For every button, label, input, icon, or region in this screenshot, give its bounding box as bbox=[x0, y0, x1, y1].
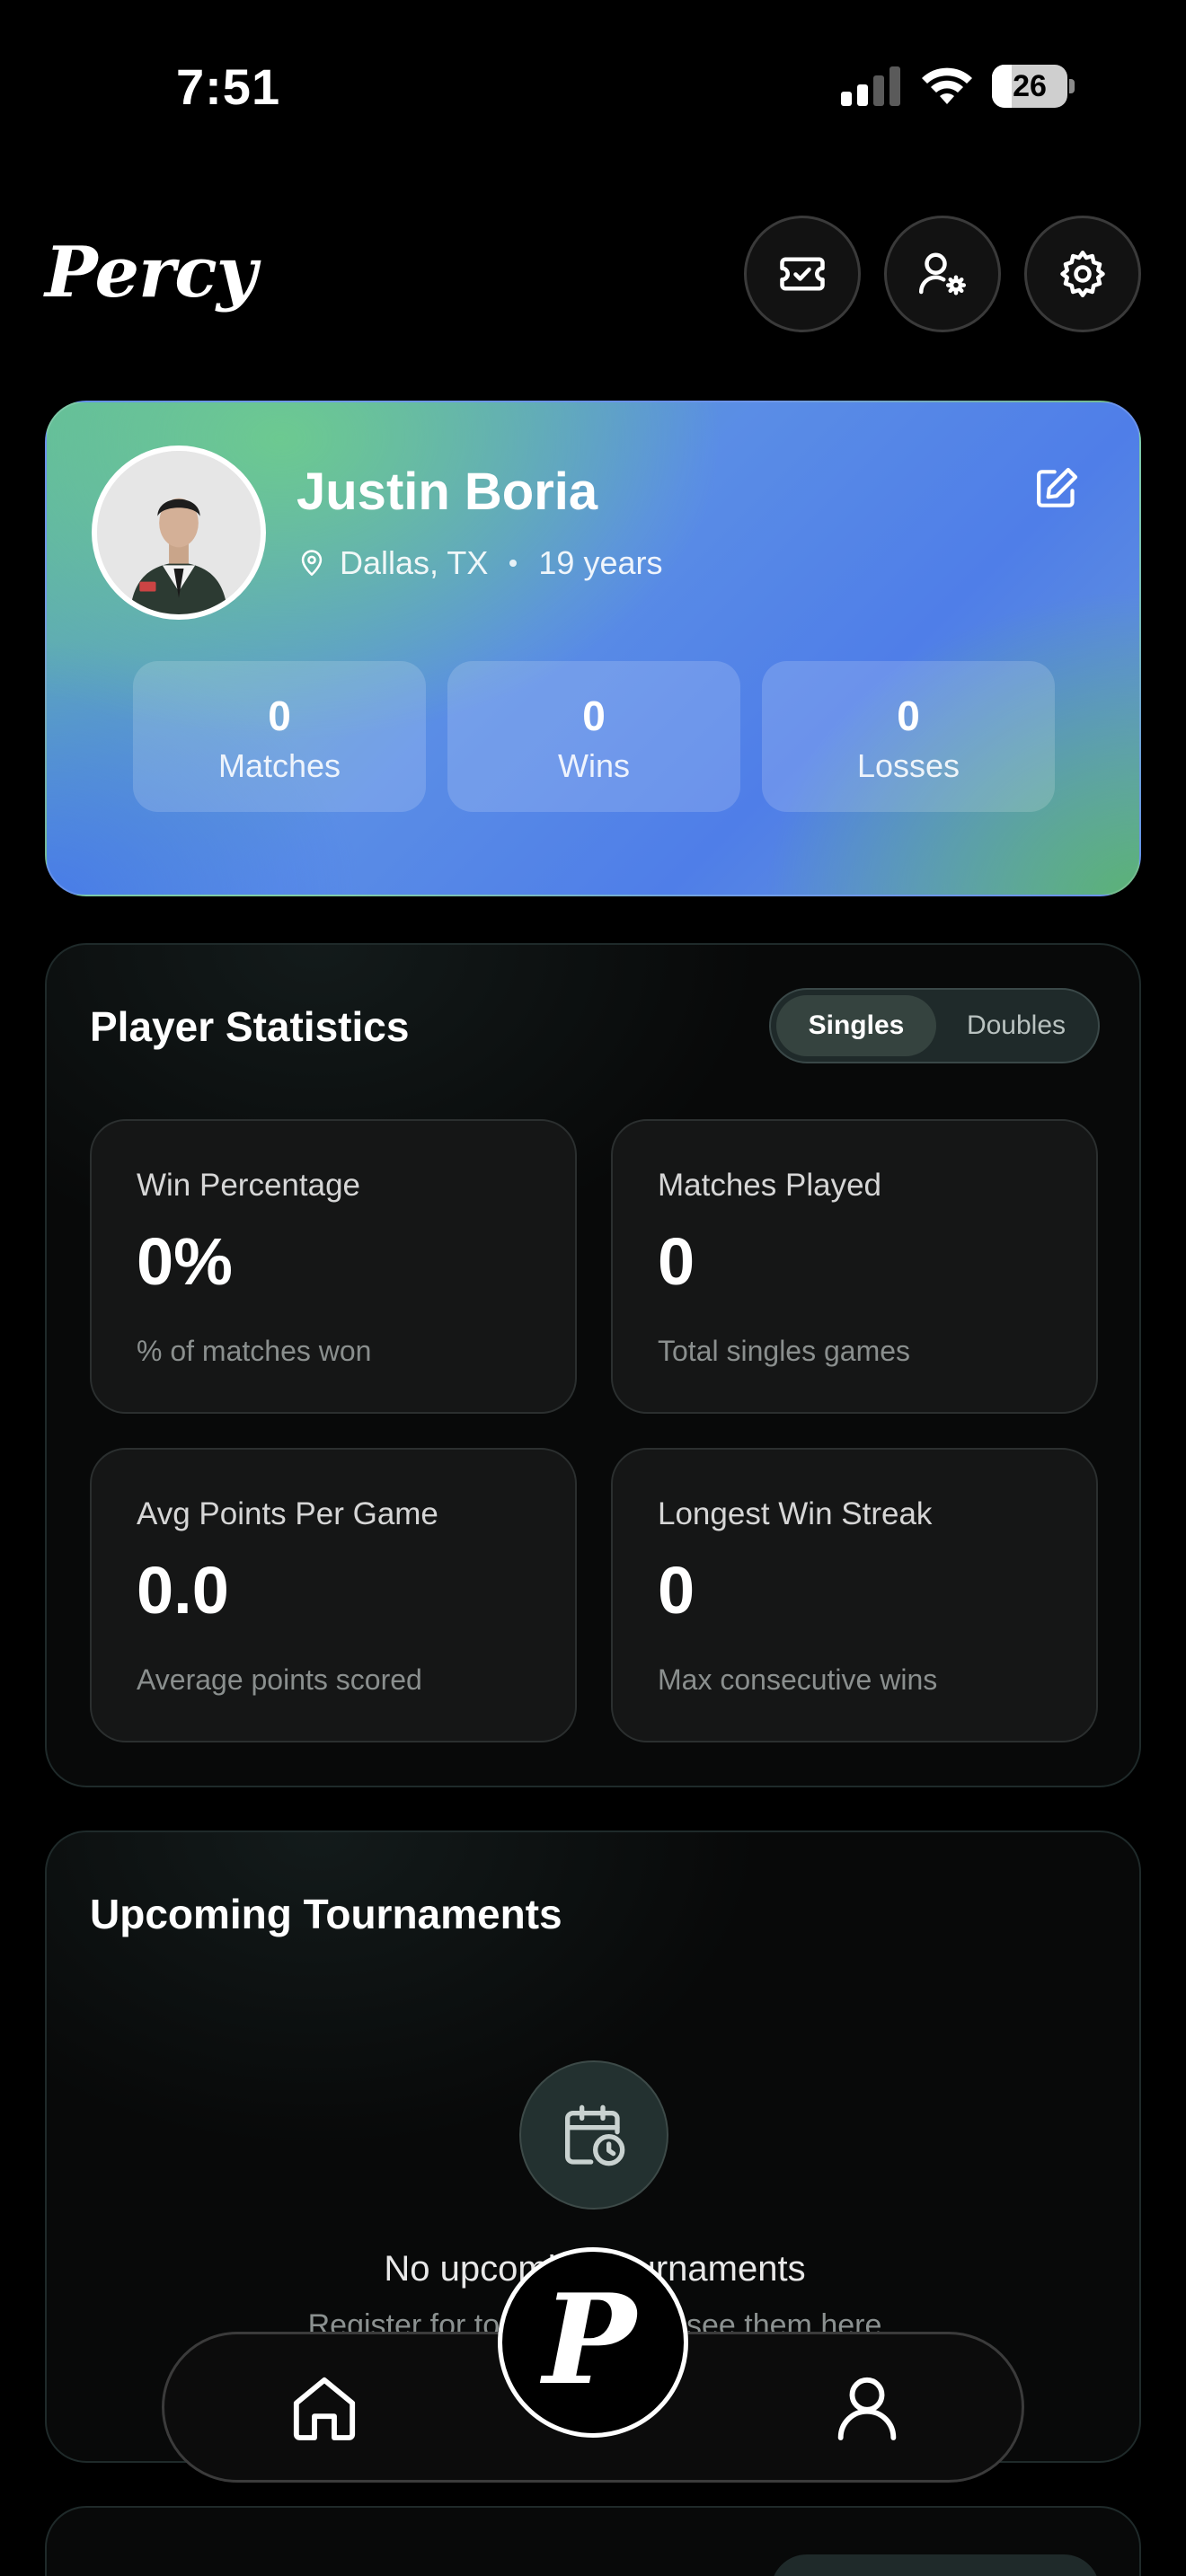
tickets-icon bbox=[780, 257, 825, 291]
avatar[interactable] bbox=[92, 446, 266, 620]
losses-count: 0 bbox=[897, 693, 920, 739]
separator-dot bbox=[509, 560, 518, 567]
matches-played-card: Matches Played 0 Total singles games bbox=[611, 1119, 1098, 1414]
percy-p-logo: P bbox=[543, 2266, 636, 2413]
profile-location: Dallas, TX bbox=[340, 544, 489, 581]
calendar-clock-badge bbox=[519, 2060, 668, 2210]
home-logo-button[interactable]: P bbox=[498, 2247, 688, 2438]
wifi-icon bbox=[922, 67, 972, 104]
stat-card-value: 0.0 bbox=[137, 1553, 229, 1628]
profile-meta: Dallas, TX 19 years bbox=[296, 544, 662, 582]
matches-count: 0 bbox=[268, 693, 291, 739]
status-time: 7:51 bbox=[176, 58, 281, 115]
wins-count: 0 bbox=[582, 693, 606, 739]
settings-button[interactable] bbox=[1024, 216, 1141, 332]
user-settings-icon bbox=[918, 252, 966, 296]
avg-points-card: Avg Points Per Game 0.0 Average points s… bbox=[90, 1448, 577, 1742]
edit-profile-icon[interactable] bbox=[1031, 463, 1082, 514]
battery-icon: 26 bbox=[992, 65, 1075, 108]
profile-card: Justin Boria Dallas, TX 19 years 0 Match… bbox=[45, 401, 1141, 896]
doubles-tab[interactable]: Doubles bbox=[936, 995, 1096, 1056]
profile-name: Justin Boria bbox=[296, 463, 598, 521]
wins-stat: 0 Wins bbox=[447, 661, 740, 812]
stat-card-subtitle: Max consecutive wins bbox=[658, 1663, 938, 1696]
player-statistics-section: Player Statistics Singles Doubles Win Pe… bbox=[45, 943, 1141, 1787]
losses-stat: 0 Losses bbox=[762, 661, 1055, 812]
matches-label: Matches bbox=[217, 747, 341, 784]
battery-level: 26 bbox=[1013, 69, 1047, 103]
profile-icon[interactable] bbox=[828, 2369, 907, 2448]
match-type-toggle: Singles Doubles bbox=[769, 988, 1100, 1063]
stat-card-value: 0 bbox=[658, 1553, 695, 1628]
matches-stat: 0 Matches bbox=[133, 661, 426, 812]
status-bar: 7:51 26 bbox=[0, 0, 1186, 171]
account-settings-button[interactable] bbox=[884, 216, 1001, 332]
stat-card-title: Avg Points Per Game bbox=[137, 1496, 438, 1531]
avatar-photo bbox=[97, 451, 261, 614]
upcoming-tournaments-title: Upcoming Tournaments bbox=[90, 1891, 562, 1937]
gear-icon bbox=[1060, 251, 1105, 297]
singles-tab[interactable]: Singles bbox=[776, 995, 936, 1056]
win-percentage-card: Win Percentage 0% % of matches won bbox=[90, 1119, 577, 1414]
stat-card-title: Win Percentage bbox=[137, 1168, 361, 1203]
calendar-clock-icon bbox=[565, 2104, 625, 2166]
win-streak-card: Longest Win Streak 0 Max consecutive win… bbox=[611, 1448, 1098, 1742]
wins-label: Wins bbox=[558, 747, 630, 784]
next-section-toggle[interactable] bbox=[771, 2554, 1100, 2576]
stat-card-subtitle: Total singles games bbox=[658, 1335, 911, 1367]
tickets-button[interactable] bbox=[744, 216, 861, 332]
stat-card-subtitle: Average points scored bbox=[137, 1663, 422, 1696]
stat-card-subtitle: % of matches won bbox=[137, 1335, 372, 1367]
cellular-signal-icon bbox=[841, 66, 900, 106]
stat-card-title: Longest Win Streak bbox=[658, 1496, 933, 1531]
player-statistics-title: Player Statistics bbox=[90, 1003, 410, 1050]
next-section bbox=[45, 2506, 1141, 2576]
home-icon[interactable] bbox=[285, 2369, 364, 2448]
losses-label: Losses bbox=[856, 747, 960, 784]
stat-card-value: 0% bbox=[137, 1224, 233, 1299]
stat-card-title: Matches Played bbox=[658, 1168, 882, 1203]
stat-card-value: 0 bbox=[658, 1224, 695, 1299]
location-pin-icon bbox=[301, 550, 323, 577]
profile-age: 19 years bbox=[538, 544, 663, 581]
app-logo: Percy bbox=[45, 232, 257, 313]
